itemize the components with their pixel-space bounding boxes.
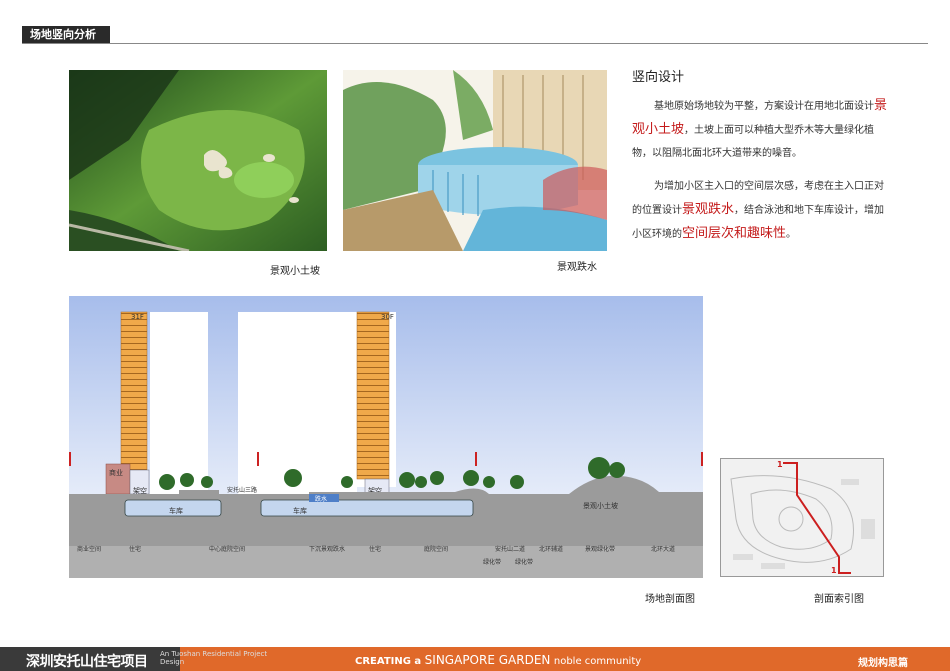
- chapter-label: 规划构思篇: [858, 658, 908, 669]
- footer-tagline: CREATING a SINGAPORE GARDEN noble commun…: [355, 653, 642, 667]
- label-mound: 景观小土坡: [583, 501, 618, 510]
- zone-ring-side-road: 北环辅道: [539, 545, 563, 553]
- label-road-sign: 安托山三路: [227, 486, 257, 494]
- index-marker-top: 1: [777, 460, 783, 469]
- zone-ring-road: 北环大道: [651, 545, 675, 553]
- highlight-waterfall: 景观跌水: [682, 202, 735, 217]
- zone-road-2: 安托山二道: [495, 545, 525, 553]
- zone-sunken-waterfall: 下沉景观跌水: [309, 545, 345, 553]
- page-title: 场地竖向分析: [22, 26, 110, 43]
- site-section-drawing: 31F 30F 商业 架空 架空 车库 车库 安托山三路 跌水 景观小土坡 商业…: [69, 296, 703, 578]
- tower-2-facade: [356, 311, 390, 480]
- zone-green-belt: 景观绿化带: [585, 545, 615, 553]
- label-garage-1: 车库: [169, 506, 183, 515]
- tower-1-block: [150, 312, 208, 495]
- zone-central-courtyard: 中心庭院空间: [209, 545, 245, 553]
- design-paragraph-2: 为增加小区主入口的空间层次感，考虑在主入口正对的位置设计景观跌水，结合泳池和地下…: [632, 181, 885, 241]
- section-index-map: 1 1: [720, 458, 884, 577]
- floor-label-31f: 31F: [131, 313, 144, 321]
- photo-landscape-mound: [69, 70, 327, 251]
- label-garage-2: 车库: [293, 506, 307, 515]
- sub-zone-green-1: 绿化带: [483, 558, 501, 566]
- photo-landscape-waterfall: [343, 70, 607, 251]
- sub-zone-green-2: 绿化带: [515, 558, 533, 566]
- zone-residential-1: 住宅: [129, 545, 141, 553]
- photo-caption-mound: 景观小土坡: [270, 266, 320, 277]
- floor-label-30f: 30F: [381, 313, 394, 321]
- zone-courtyard: 庭院空间: [424, 545, 448, 553]
- index-marker-bottom: 1: [831, 566, 837, 575]
- tower-1-facade: [120, 311, 148, 471]
- title-divider: [22, 43, 928, 44]
- index-caption: 剖面索引图: [814, 594, 864, 605]
- label-stilt-1: 架空: [133, 486, 147, 495]
- design-description: 竖向设计 基地原始场地较为平整，方案设计在用地北面设计景观小土坡，土坡上面可以种…: [632, 70, 892, 256]
- project-name: 深圳安托山住宅项目: [26, 654, 148, 670]
- zone-commercial: 商业空间: [77, 545, 101, 553]
- label-commercial: 商业: [109, 468, 123, 477]
- design-paragraph-1: 基地原始场地较为平整，方案设计在用地北面设计景观小土坡，土坡上面可以种植大型乔木…: [632, 98, 888, 159]
- highlight-space: 空间层次和趣味性: [682, 226, 787, 241]
- project-name-en: An Tuoshan Residential Project Design: [160, 650, 268, 666]
- footer-bar: 深圳安托山住宅项目 An Tuoshan Residential Project…: [0, 647, 950, 671]
- design-heading: 竖向设计: [632, 70, 685, 85]
- tower-2-block: [238, 312, 357, 495]
- label-waterfall: 跌水: [315, 495, 327, 503]
- zone-residential-2: 住宅: [369, 545, 381, 553]
- photo-caption-waterfall: 景观跌水: [557, 262, 597, 273]
- section-caption: 场地剖面图: [645, 594, 695, 605]
